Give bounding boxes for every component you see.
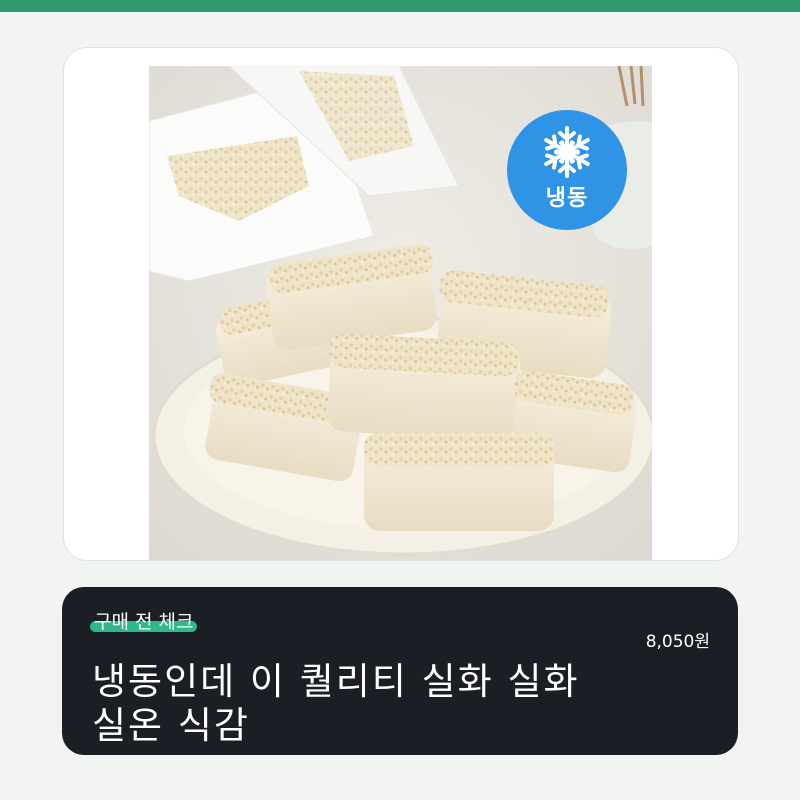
top-accent-bar bbox=[0, 0, 800, 12]
product-price: 8,050원 bbox=[645, 632, 710, 652]
product-info-panel[interactable]: 구매 전 체크 8,050원 냉동인데 이 퀄리티 실화 실화 실온 식감 bbox=[62, 587, 738, 755]
product-card[interactable]: 냉동 bbox=[63, 47, 739, 561]
frozen-badge: 냉동 bbox=[507, 110, 627, 230]
purchase-check-label: 구매 전 체크 bbox=[94, 611, 194, 633]
product-photo[interactable]: 냉동 bbox=[149, 66, 652, 560]
frozen-badge-label: 냉동 bbox=[545, 186, 589, 211]
product-headline[interactable]: 냉동인데 이 퀄리티 실화 실화 실온 식감 bbox=[92, 660, 692, 748]
headline-line-1: 냉동인데 이 퀄리티 실화 실화 bbox=[92, 660, 580, 703]
snowflake-icon bbox=[507, 124, 627, 180]
purchase-check-tag: 구매 전 체크 bbox=[90, 607, 198, 637]
headline-line-2: 실온 식감 bbox=[92, 704, 250, 747]
